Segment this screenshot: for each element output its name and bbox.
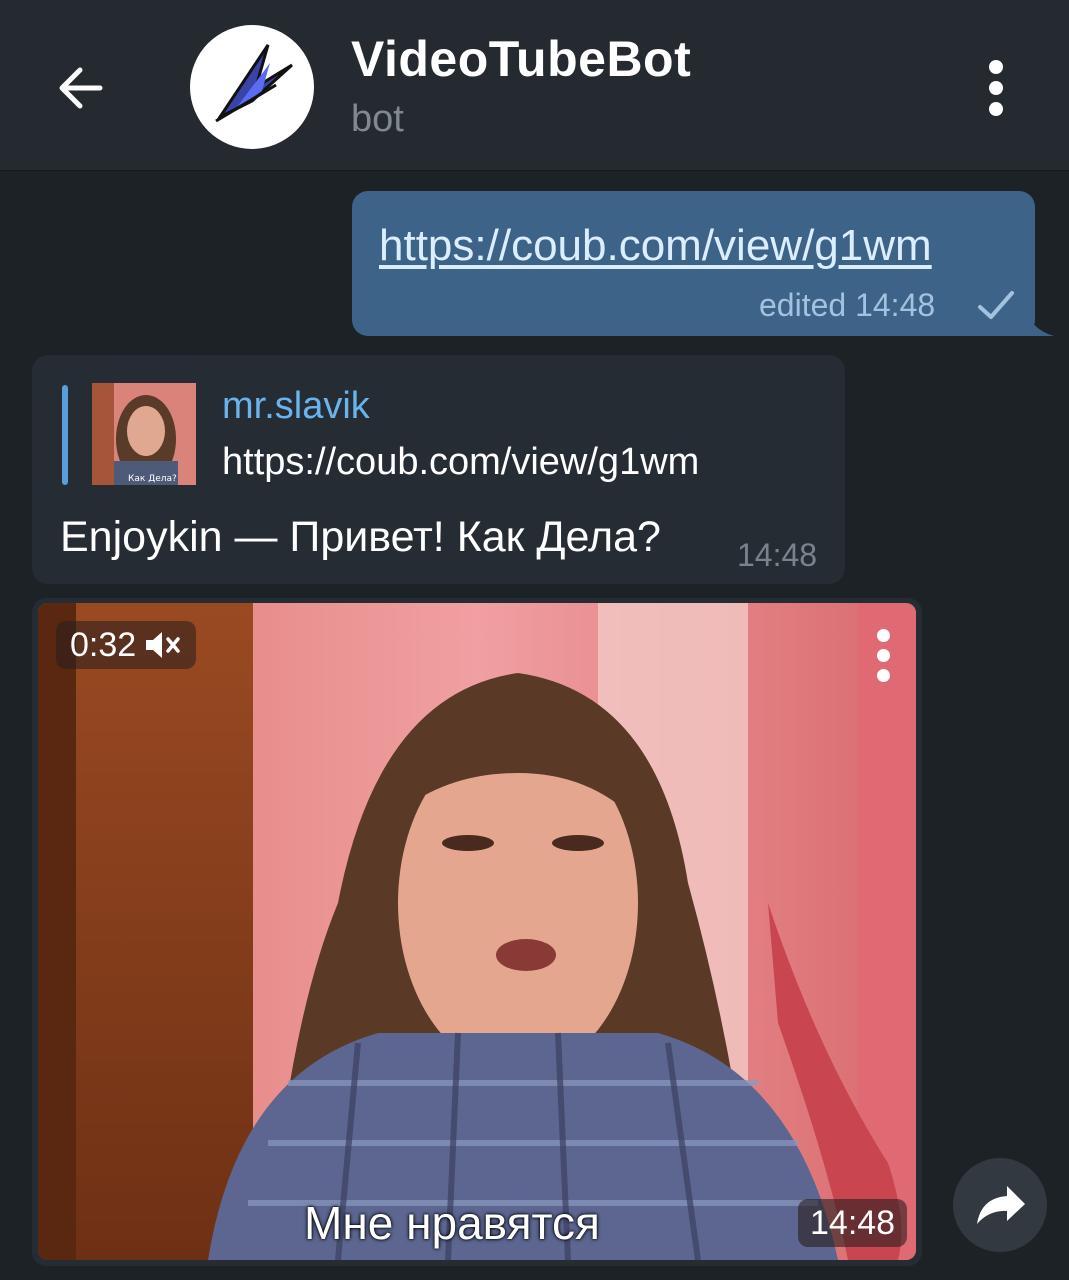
outgoing-message[interactable]: https://coub.com/view/g1wm edited 14:48 (352, 191, 1035, 336)
message-time: 14:48 (737, 537, 818, 573)
bubble-tail (1020, 300, 1054, 336)
reply-thumbnail[interactable]: Как Дела? (92, 383, 196, 485)
volume-muted-icon[interactable] (144, 630, 182, 660)
video-subtitle: Мне нравятся (304, 1197, 600, 1249)
more-vert-icon[interactable] (975, 60, 1019, 116)
chat-title[interactable]: VideoTubeBot (351, 30, 691, 88)
chat-header: VideoTubeBot bot (0, 0, 1069, 171)
video-duration-badge: 0:32 (56, 621, 197, 669)
video-time: 14:48 (798, 1199, 908, 1247)
share-button[interactable] (953, 1158, 1047, 1252)
video-more-icon[interactable] (870, 629, 898, 685)
message-text: Enjoykin — Привет! Как Дела? (60, 513, 661, 561)
back-arrow-icon[interactable] (52, 58, 112, 118)
reply-author[interactable]: mr.slavik (222, 385, 370, 428)
thumb-caption: Как Дела? (128, 474, 177, 484)
video-preview[interactable]: 0:32 Мне нравятся 14:48 (38, 603, 916, 1260)
chat-subtitle: bot (351, 98, 404, 140)
share-forward-icon (977, 1186, 1025, 1224)
message-link[interactable]: https://coub.com/view/g1wm (379, 221, 932, 271)
bot-avatar[interactable] (190, 25, 314, 149)
message-edited-time: edited 14:48 (759, 287, 936, 323)
bot-logo-icon (215, 44, 294, 123)
reply-accent-bar (62, 385, 68, 485)
video-message[interactable]: 0:32 Мне нравятся 14:48 (32, 598, 922, 1266)
single-check-icon (978, 291, 1014, 319)
video-duration: 0:32 (70, 625, 137, 664)
incoming-message[interactable]: Как Дела? mr.slavik https://coub.com/vie… (32, 355, 845, 584)
video-frame-image (38, 603, 916, 1260)
reply-link-text: https://coub.com/view/g1wm (222, 441, 700, 483)
